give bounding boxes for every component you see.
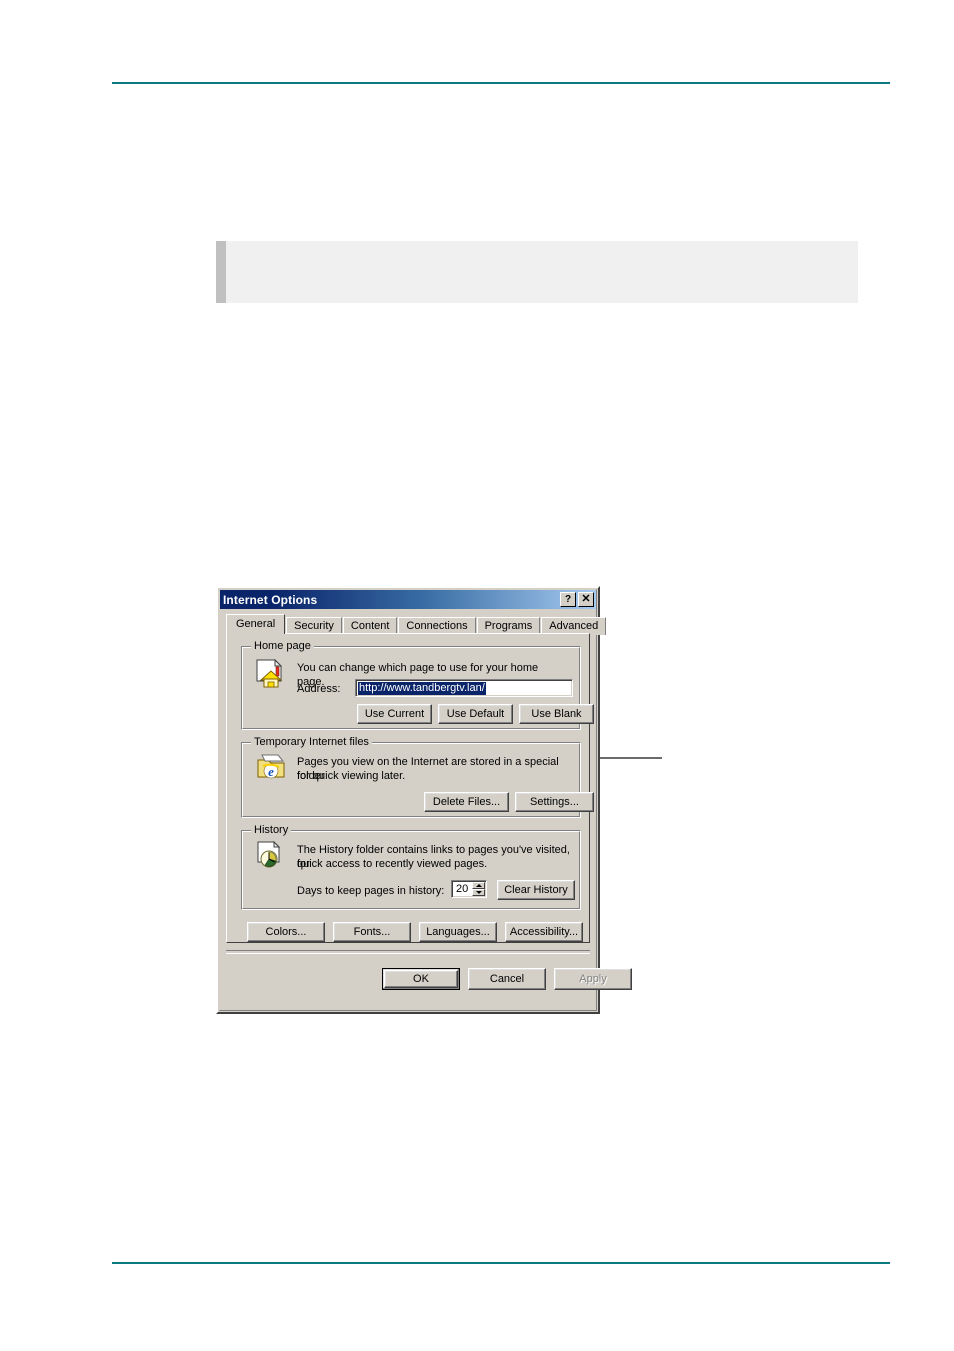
home-page-address-value: http://www.tandbergtv.lan/	[358, 682, 486, 695]
ok-button-face: OK	[384, 970, 458, 988]
home-page-address-label: Address:	[297, 683, 341, 695]
help-icon[interactable]: ?	[560, 592, 576, 607]
tab-general[interactable]: General	[226, 614, 286, 634]
spin-up-button[interactable]	[472, 882, 485, 889]
note-callout-box	[216, 241, 858, 303]
svg-text:e: e	[268, 764, 274, 779]
colors-button[interactable]: Colors...	[247, 922, 325, 942]
home-page-address-input[interactable]: http://www.tandbergtv.lan/	[355, 679, 573, 697]
tab-content-label: Content	[350, 620, 390, 632]
tab-general-label: General	[236, 618, 276, 630]
history-days-stepper[interactable]: 20	[451, 880, 487, 898]
apply-button: Apply	[554, 968, 632, 990]
use-default-button[interactable]: Use Default	[438, 704, 513, 724]
tab-programs-label: Programs	[484, 620, 533, 632]
history-days-label: Days to keep pages in history:	[297, 885, 445, 897]
dialog-footer-separator	[226, 950, 590, 954]
ok-button[interactable]: OK	[382, 968, 460, 990]
history-days-spin-buttons[interactable]	[472, 882, 485, 896]
cancel-button[interactable]: Cancel	[468, 968, 546, 990]
history-icon	[257, 840, 281, 868]
delete-files-button[interactable]: Delete Files...	[424, 792, 509, 812]
history-group-title: History	[251, 825, 292, 836]
chevron-up-icon	[475, 884, 482, 887]
use-current-button[interactable]: Use Current	[357, 704, 432, 724]
clear-history-button[interactable]: Clear History	[497, 880, 575, 900]
temporary-internet-files-icon: e	[257, 754, 285, 779]
history-days-value: 20	[456, 883, 469, 895]
temp-files-group-title: Temporary Internet files	[251, 737, 372, 748]
settings-button[interactable]: Settings...	[515, 792, 594, 812]
tab-connections-label: Connections	[406, 620, 468, 632]
tab-strip: General Security Content Connections Pro…	[226, 614, 607, 635]
temp-files-description-line2: for quick viewing later.	[297, 770, 406, 782]
languages-button[interactable]: Languages...	[419, 922, 497, 942]
home-page-icon	[256, 658, 283, 688]
chevron-down-icon	[475, 891, 482, 894]
accessibility-button[interactable]: Accessibility...	[505, 922, 583, 942]
fonts-button[interactable]: Fonts...	[333, 922, 411, 942]
dialog-titlebar: Internet Options ? ✕	[220, 590, 596, 609]
page-footer-rule	[112, 1262, 890, 1264]
home-page-group-title: Home page	[251, 641, 314, 652]
use-blank-button[interactable]: Use Blank	[519, 704, 594, 724]
internet-options-dialog: Internet Options ? ✕ General Security Co…	[216, 586, 632, 1014]
tab-security-label: Security	[294, 620, 334, 632]
ok-button-label: OK	[413, 972, 429, 985]
close-icon[interactable]: ✕	[578, 592, 594, 607]
dialog-title: Internet Options	[223, 592, 318, 607]
general-tab-panel: Home page You can change which page to u…	[226, 633, 594, 943]
history-description-line2: quick access to recently viewed pages.	[297, 858, 488, 870]
page-header-rule	[112, 82, 890, 84]
tab-advanced-label: Advanced	[549, 620, 599, 632]
spin-down-button[interactable]	[472, 889, 485, 896]
